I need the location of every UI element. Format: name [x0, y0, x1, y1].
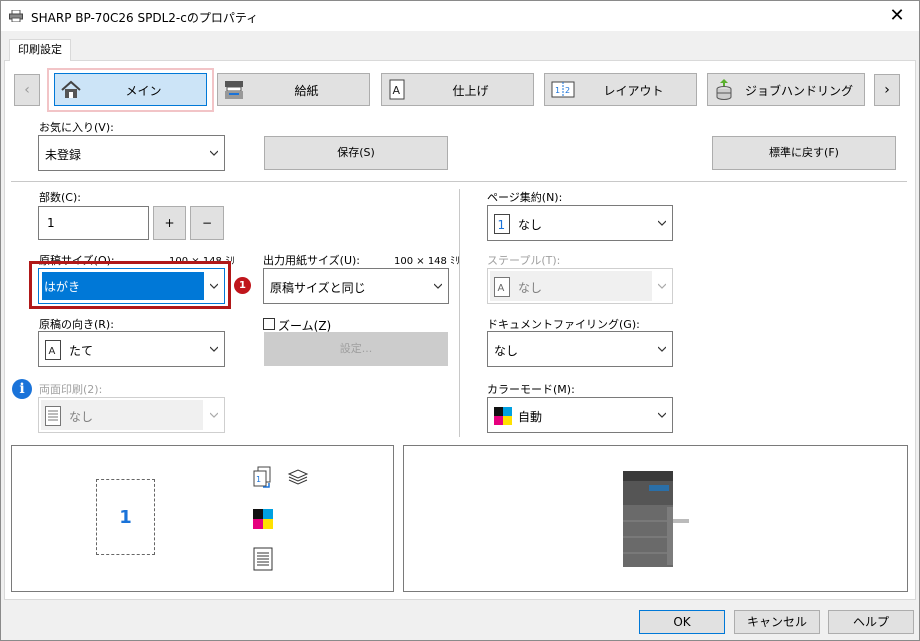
copies-value: 1	[47, 216, 55, 230]
chevron-down-icon	[658, 219, 666, 227]
chevron-down-icon	[658, 282, 666, 290]
home-icon	[61, 79, 81, 101]
duplex-label: 両面印刷(2):	[39, 383, 103, 396]
svg-text:1: 1	[498, 218, 506, 232]
disabled-field-bg	[41, 400, 203, 430]
preview-page-number: 1	[119, 507, 132, 528]
category-label: レイアウト	[603, 84, 664, 98]
output-size-value: 原稿サイズと同じ	[270, 281, 366, 295]
document-filing-value: なし	[494, 344, 519, 358]
duplex-select[interactable]: なし	[38, 397, 225, 433]
printer-preview-panel	[403, 445, 908, 592]
chevron-down-icon	[210, 282, 218, 290]
window-title: SHARP BP-70C26 SPDL2-cのプロパティ	[31, 11, 259, 25]
color-mode-select[interactable]: 自動	[487, 397, 673, 433]
svg-text:2: 2	[565, 86, 570, 95]
printer-icon	[9, 9, 23, 23]
staple-value: なし	[518, 281, 543, 295]
print-preview-panel: 1 1	[11, 445, 394, 592]
orientation-label: 原稿の向き(R):	[39, 318, 114, 331]
simplex-page-icon	[45, 406, 63, 426]
svg-text:1: 1	[555, 86, 560, 95]
chevron-down-icon	[658, 345, 666, 353]
info-icon[interactable]: i	[12, 379, 32, 399]
copies-label: 部数(C):	[39, 191, 81, 204]
chevron-down-icon	[210, 149, 218, 157]
copies-decrement-button[interactable]: −	[190, 206, 224, 240]
save-button[interactable]: 保存(S)	[264, 136, 448, 170]
column-divider	[459, 189, 460, 437]
svg-text:A: A	[498, 283, 505, 294]
cancel-button[interactable]: キャンセル	[734, 610, 820, 634]
category-main-button[interactable]: メイン	[54, 73, 207, 106]
category-label: 給紙	[294, 84, 319, 98]
chevron-down-icon	[434, 282, 442, 290]
stacked-sheets-icon	[287, 468, 309, 488]
color-mode-label: カラーモード(M):	[487, 383, 575, 396]
orientation-select[interactable]: A たて	[38, 331, 225, 367]
output-size-label: 出力用紙サイズ(U):	[263, 254, 361, 267]
page-preview: 1	[96, 479, 155, 555]
output-size-select[interactable]: 原稿サイズと同じ	[263, 268, 449, 304]
original-size-value: はがき	[44, 280, 81, 294]
ok-button[interactable]: OK	[639, 610, 725, 634]
portrait-page-icon: A	[45, 340, 63, 360]
category-next-button[interactable]: ›	[874, 74, 900, 106]
category-label: メイン	[125, 84, 162, 98]
staple-select[interactable]: A なし	[487, 268, 673, 304]
callout-badge: 1	[234, 277, 251, 294]
orientation-value: たて	[69, 344, 94, 358]
collate-icon: 1	[251, 466, 273, 490]
copies-input[interactable]: 1	[38, 206, 149, 240]
category-layout-button[interactable]: 12 レイアウト	[544, 73, 697, 106]
color-mode-value: 自動	[518, 410, 543, 424]
category-label: ジョブハンドリング	[744, 84, 853, 98]
svg-text:A: A	[393, 84, 401, 97]
staple-page-icon: A	[494, 277, 512, 297]
svg-text:1: 1	[256, 475, 261, 484]
finishing-icon: A	[388, 79, 408, 101]
one-up-page-icon: 1	[494, 214, 512, 234]
original-size-select[interactable]: はがき	[38, 268, 225, 304]
output-size-dimensions: 100 × 148 ﾐﾘ	[394, 256, 461, 267]
favorites-value: 未登録	[45, 148, 82, 162]
nup-label: ページ集約(N):	[487, 191, 563, 204]
category-job-handling-button[interactable]: ジョブハンドリング	[707, 73, 865, 106]
title-bar: SHARP BP-70C26 SPDL2-cのプロパティ ✕	[1, 1, 919, 31]
favorites-label: お気に入り(V):	[39, 121, 114, 134]
duplex-value: なし	[69, 410, 94, 424]
section-divider	[11, 181, 907, 182]
document-filing-label: ドキュメントファイリング(G):	[487, 318, 640, 331]
job-handling-icon	[714, 79, 734, 101]
close-icon[interactable]: ✕	[885, 5, 909, 27]
zoom-checkbox[interactable]	[263, 318, 275, 330]
staple-label: ステープル(T):	[487, 254, 561, 267]
chevron-down-icon	[210, 345, 218, 353]
favorites-select[interactable]: 未登録	[38, 135, 225, 171]
paper-tray-icon	[224, 79, 244, 101]
svg-text:A: A	[49, 346, 56, 357]
zoom-settings-button[interactable]: 設定...	[264, 332, 448, 366]
category-prev-button[interactable]: ‹	[14, 74, 40, 106]
color-auto-icon	[494, 407, 512, 427]
disabled-field-bg	[490, 271, 652, 301]
restore-defaults-button[interactable]: 標準に戻す(F)	[712, 136, 896, 170]
nup-value: なし	[518, 218, 543, 232]
properties-dialog: SHARP BP-70C26 SPDL2-cのプロパティ ✕ 印刷設定 ‹ メイ…	[0, 0, 920, 641]
category-finishing-button[interactable]: A 仕上げ	[381, 73, 534, 106]
tab-print-settings[interactable]: 印刷設定	[9, 39, 71, 61]
category-paper-source-button[interactable]: 給紙	[217, 73, 370, 106]
category-label: 仕上げ	[452, 84, 489, 98]
one-sided-page-icon	[253, 547, 273, 571]
nup-select[interactable]: 1 なし	[487, 205, 673, 241]
printer-device-image	[619, 469, 691, 569]
document-filing-select[interactable]: なし	[487, 331, 673, 367]
copies-increment-button[interactable]: +	[153, 206, 186, 240]
help-button[interactable]: ヘルプ	[828, 610, 914, 634]
color-icon	[253, 509, 273, 529]
chevron-down-icon	[210, 411, 218, 419]
chevron-down-icon	[658, 411, 666, 419]
